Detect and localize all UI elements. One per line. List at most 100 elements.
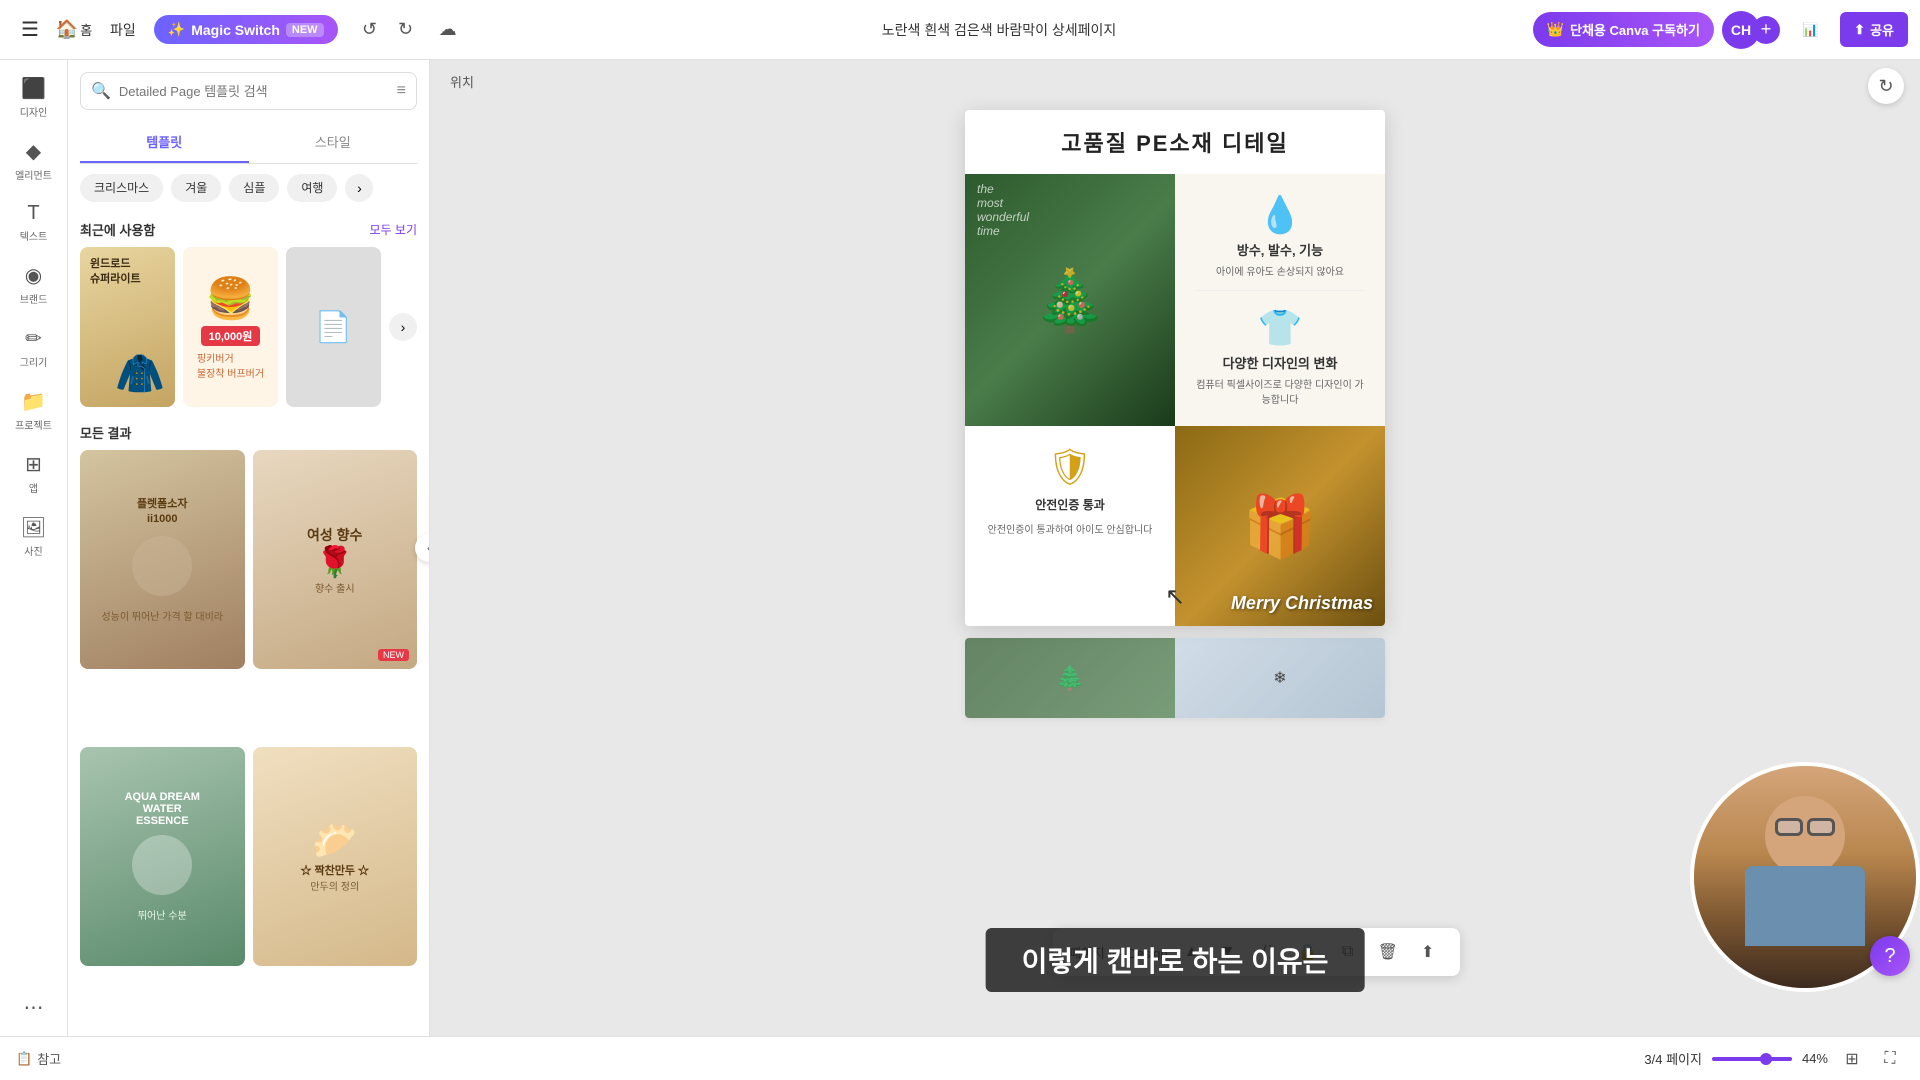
safety-title: 안전인증 통과	[1035, 496, 1105, 513]
bottom-bar: 📋 참고 3/4 페이지 44% ⊞ ⛶	[0, 1036, 1920, 1080]
home-button[interactable]: 🏠 홈	[56, 12, 92, 48]
feature2-title: 다양한 디자인의 변화	[1223, 353, 1338, 372]
cloud-save-button[interactable]: ☁	[430, 12, 466, 48]
chips-next-button[interactable]: ›	[345, 174, 373, 202]
photo-icon: 🖼	[21, 515, 46, 540]
ornament-decoration: 🎁	[1243, 491, 1318, 562]
canvas-area[interactable]: 위치 ↻ 고품질 PE소재 디테일 🎄 themostwonderfultime	[430, 60, 1920, 1036]
canvas-content: 고품질 PE소재 디테일 🎄 themostwonderfultime 💧 방수…	[965, 110, 1385, 718]
apps-icon: ⊞	[25, 452, 42, 477]
chip-simple[interactable]: 심플	[229, 174, 279, 202]
results-grid: 플렛폼소자ii1000 성능이 뛰어난 가격 할 대비라 여성 향수 🌹 향수 …	[68, 450, 429, 1036]
recent-templates: 윈드로드슈퍼라이트 🍔 10,000원 핑키버거불장착 버프버거 📄 ›	[68, 247, 429, 415]
topbar: ☰ 🏠 홈 파일 ✨ Magic Switch NEW ↺ ↻ ☁ 노란색 흰색…	[0, 0, 1920, 60]
refresh-button[interactable]: ↻	[1868, 68, 1904, 104]
fullscreen-icon: ⛶	[1884, 1050, 1895, 1068]
filter-icon[interactable]: ≡	[397, 82, 406, 100]
feature2-desc: 컴퓨터 픽셀사이즈로 다양한 디자인이 가능합니다	[1195, 376, 1365, 406]
recent-template-3[interactable]: 📄	[286, 247, 381, 407]
design-variety-icon: 👕	[1258, 307, 1303, 349]
design-page[interactable]: 고품질 PE소재 디테일 🎄 themostwonderfultime 💧 방수…	[965, 110, 1385, 626]
filter-chips: 크리스마스 겨울 심플 여행 ›	[68, 164, 429, 212]
subtitle-bar: 이렇게 캔바로 하는 이유는	[986, 928, 1365, 992]
sidebar-item-text[interactable]: T 텍스트	[6, 194, 62, 251]
all-results-header: 모든 결과	[68, 415, 429, 450]
zoom-level: 44%	[1802, 1051, 1828, 1066]
merry-christmas-text: Merry Christmas	[1231, 593, 1373, 614]
feature1-title: 방수, 발수, 기능	[1237, 240, 1323, 259]
christmas-decoration: 🎄	[1033, 265, 1108, 336]
file-button[interactable]: 파일	[100, 14, 146, 46]
sidebar-item-elements[interactable]: ◆ 엘리먼트	[6, 131, 62, 190]
share-button[interactable]: ⬆ 공유	[1840, 12, 1908, 47]
stats-button[interactable]: 📊	[1788, 14, 1832, 46]
design-grid: 🎄 themostwonderfultime 💧 방수, 발수, 기능 아이에 …	[965, 174, 1385, 626]
chip-winter[interactable]: 겨울	[171, 174, 221, 202]
undo-button[interactable]: ↺	[354, 14, 386, 46]
brand-icon: ◉	[25, 263, 42, 288]
design-title: 고품질 PE소재 디테일	[981, 126, 1369, 158]
bottom-right: 3/4 페이지 44% ⊞ ⛶	[1644, 1045, 1904, 1073]
fullscreen-button[interactable]: ⛶	[1876, 1045, 1904, 1073]
zoom-slider[interactable]	[1712, 1057, 1792, 1061]
menu-button[interactable]: ☰	[12, 12, 48, 48]
delete-button[interactable]: 🗑	[1372, 936, 1404, 968]
sidebar-item-design[interactable]: ⬛ 디자인	[6, 68, 62, 127]
sidebar-item-photos[interactable]: 🖼 사진	[6, 507, 62, 566]
subscribe-button[interactable]: 👑 단채용 Canva 구독하기	[1533, 12, 1714, 47]
undo-redo-group: ↺ ↻	[354, 14, 422, 46]
safety-icon: 🛡	[1047, 446, 1093, 488]
new-tag: NEW	[378, 649, 409, 661]
sidebar-item-brand[interactable]: ◉ 브랜드	[6, 255, 62, 314]
result-card-3[interactable]: AQUA DREAMWATERESSENCE 뛰어난 수분	[80, 747, 245, 966]
more-icon: ⋯	[24, 995, 44, 1020]
main-layout: ⬛ 디자인 ◆ 엘리먼트 T 텍스트 ◉ 브랜드 ✏ 그리기 📁 프로젝트 ⊞ …	[0, 60, 1920, 1036]
document-title: 노란색 흰색 검은색 바람막이 상세페이지	[474, 20, 1525, 40]
reference-button[interactable]: 📋 참고	[16, 1049, 61, 1068]
home-icon: 🏠	[56, 19, 78, 40]
share-icon: ⬆	[1854, 22, 1865, 38]
recent-next-button[interactable]: ›	[389, 313, 417, 341]
result-card-2[interactable]: 여성 향수 🌹 향수 출시 NEW	[253, 450, 418, 669]
text-icon: T	[27, 202, 39, 225]
next-page-preview: 🌲 ❄	[965, 638, 1385, 718]
tab-style[interactable]: 스타일	[249, 122, 418, 163]
grid-view-button[interactable]: ⊞	[1838, 1045, 1866, 1073]
recent-template-1[interactable]: 윈드로드슈퍼라이트	[80, 247, 175, 407]
search-icon: 🔍	[91, 81, 111, 101]
magic-switch-button[interactable]: ✨ Magic Switch NEW	[154, 15, 338, 44]
sidebar-icon-bar: ⬛ 디자인 ◆ 엘리먼트 T 텍스트 ◉ 브랜드 ✏ 그리기 📁 프로젝트 ⊞ …	[0, 60, 68, 1036]
design-icon: ⬛	[21, 76, 46, 101]
sidebar-item-more[interactable]: ⋯	[6, 987, 62, 1028]
chip-christmas[interactable]: 크리스마스	[80, 174, 163, 202]
search-input[interactable]	[119, 84, 389, 99]
pages-indicator: 3/4 페이지	[1644, 1049, 1702, 1068]
see-all-button[interactable]: 모두 보기	[370, 221, 418, 238]
help-icon: ?	[1884, 945, 1895, 968]
result-card-1[interactable]: 플렛폼소자ii1000 성능이 뛰어난 가격 할 대비라	[80, 450, 245, 669]
menu-icon: ☰	[21, 17, 39, 42]
grid-icon: ⊞	[1845, 1049, 1858, 1069]
elements-icon: ◆	[26, 139, 41, 164]
help-button[interactable]: ?	[1870, 936, 1910, 976]
features-box: 💧 방수, 발수, 기능 아이에 유아도 손상되지 않아요 👕 다양한 디자인의…	[1175, 174, 1385, 426]
add-member-button[interactable]: +	[1752, 16, 1780, 44]
safety-desc: 안전인증이 통과하여 아이도 안심합니다	[988, 521, 1153, 536]
chip-travel[interactable]: 여행	[287, 174, 337, 202]
panel-tabs: 템플릿 스타일	[80, 122, 417, 164]
left-panel: 🔍 ≡ 템플릿 스타일 크리스마스 겨울 심플 여행	[68, 60, 430, 1036]
recent-section-header: 최근에 사용함 모두 보기	[68, 212, 429, 247]
sidebar-item-draw[interactable]: ✏ 그리기	[6, 318, 62, 377]
christmas-ornament-image: 🎁 Merry Christmas	[1175, 426, 1385, 626]
canvas-location-label: 위치	[450, 72, 474, 91]
recent-template-2[interactable]: 🍔 10,000원 핑키버거불장착 버프버거	[183, 247, 278, 407]
redo-button[interactable]: ↻	[390, 14, 422, 46]
search-box: 🔍 ≡	[80, 72, 417, 110]
result-card-4[interactable]: 🥟 ☆ 짝찬만두 ☆ 만두의 정의	[253, 747, 418, 966]
sidebar-item-apps[interactable]: ⊞ 앱	[6, 444, 62, 503]
christmas-tree-image: 🎄 themostwonderfultime	[965, 174, 1175, 426]
share-page-button[interactable]: ⬆	[1412, 936, 1444, 968]
sidebar-item-projects[interactable]: 📁 프로젝트	[6, 381, 62, 440]
tab-templates[interactable]: 템플릿	[80, 122, 249, 163]
draw-icon: ✏	[25, 326, 42, 351]
